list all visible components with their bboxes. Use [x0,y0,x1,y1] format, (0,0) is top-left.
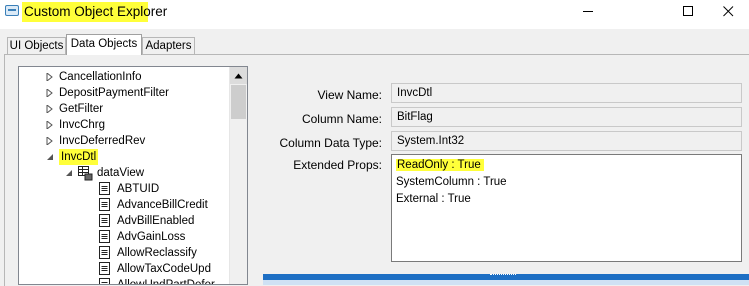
expand-arrow-icon[interactable] [46,89,54,97]
scroll-up-icon [234,73,243,78]
tree-item[interactable]: CancellationInfo [59,69,141,85]
column-field-icon [99,278,110,284]
column-type-field[interactable]: System.Int32 [391,131,742,151]
expand-arrow-icon[interactable] [46,121,54,129]
tab-adapters[interactable]: Adapters [142,37,195,54]
dataview-grid-icon [78,166,93,181]
view-name-label: View Name: [317,88,382,102]
minimize-button[interactable] [565,0,611,22]
object-tree[interactable]: CancellationInfo DepositPaymentFilter Ge… [18,66,248,285]
tab-ui-objects[interactable]: UI Objects [7,37,66,54]
maximize-icon [682,5,693,16]
scroll-up-button[interactable] [230,67,247,84]
tree-column-item[interactable]: AllowReclassify [117,245,197,261]
tree-scrollbar[interactable] [229,67,247,284]
tree-item[interactable]: dataView [97,165,144,181]
column-name-field[interactable]: BitFlag [391,107,742,127]
prop-line: SystemColumn : True [396,176,507,188]
view-name-field[interactable]: InvcDtl [391,83,742,103]
close-icon [722,5,733,16]
tree-column-item[interactable]: AllowTaxCodeUpd [117,261,211,277]
tree-item[interactable]: InvcChrg [59,117,105,133]
column-name-label: Column Name: [301,112,382,126]
column-type-label: Column Data Type: [279,136,383,150]
close-button[interactable] [705,0,749,22]
tree-item[interactable]: GetFilter [59,101,103,117]
tree-column-item[interactable]: ABTUID [117,181,159,197]
tab-strip: UI Objects Data Objects Adapters [0,29,749,55]
column-field-icon [99,198,110,211]
column-field-icon [99,246,110,259]
column-field-icon [99,214,110,227]
minimize-icon [582,10,593,12]
expand-arrow-icon[interactable] [46,73,54,81]
tree-item-selected[interactable]: InvcDtl [59,149,99,165]
splitter-grip[interactable] [490,274,516,278]
collapse-arrow-icon[interactable] [46,153,54,161]
extended-props-box[interactable]: ReadOnly : True SystemColumn : True Exte… [391,154,742,262]
title-bar: Custom Object Explorer [0,0,749,29]
tree-item[interactable]: InvcDeferredRev [59,133,145,149]
column-field-icon [99,182,110,195]
column-field-icon [99,230,110,243]
tree-column-item[interactable]: AllowUndPartDefer [117,277,215,284]
expand-arrow-icon[interactable] [46,105,54,113]
window-title: Custom Object Explorer [24,4,168,19]
prop-readonly: ReadOnly : True [396,159,484,171]
extended-props-label: Extended Props: [293,158,382,172]
column-field-icon [99,262,110,275]
app-window-icon [5,5,19,16]
scroll-thumb[interactable] [231,85,246,119]
tree-column-item[interactable]: AdvanceBillCredit [117,197,208,213]
collapse-arrow-icon[interactable] [65,169,73,177]
prop-line: External : True [396,193,471,205]
expand-arrow-icon[interactable] [46,137,54,145]
prop-line: ReadOnly : True [396,158,484,172]
tree-item[interactable]: DepositPaymentFilter [59,85,169,101]
bottom-panel-content [263,280,749,285]
tree-column-item[interactable]: AdvGainLoss [117,229,185,245]
tree-column-item[interactable]: AdvBillEnabled [117,213,194,229]
tab-data-objects[interactable]: Data Objects [66,34,142,55]
